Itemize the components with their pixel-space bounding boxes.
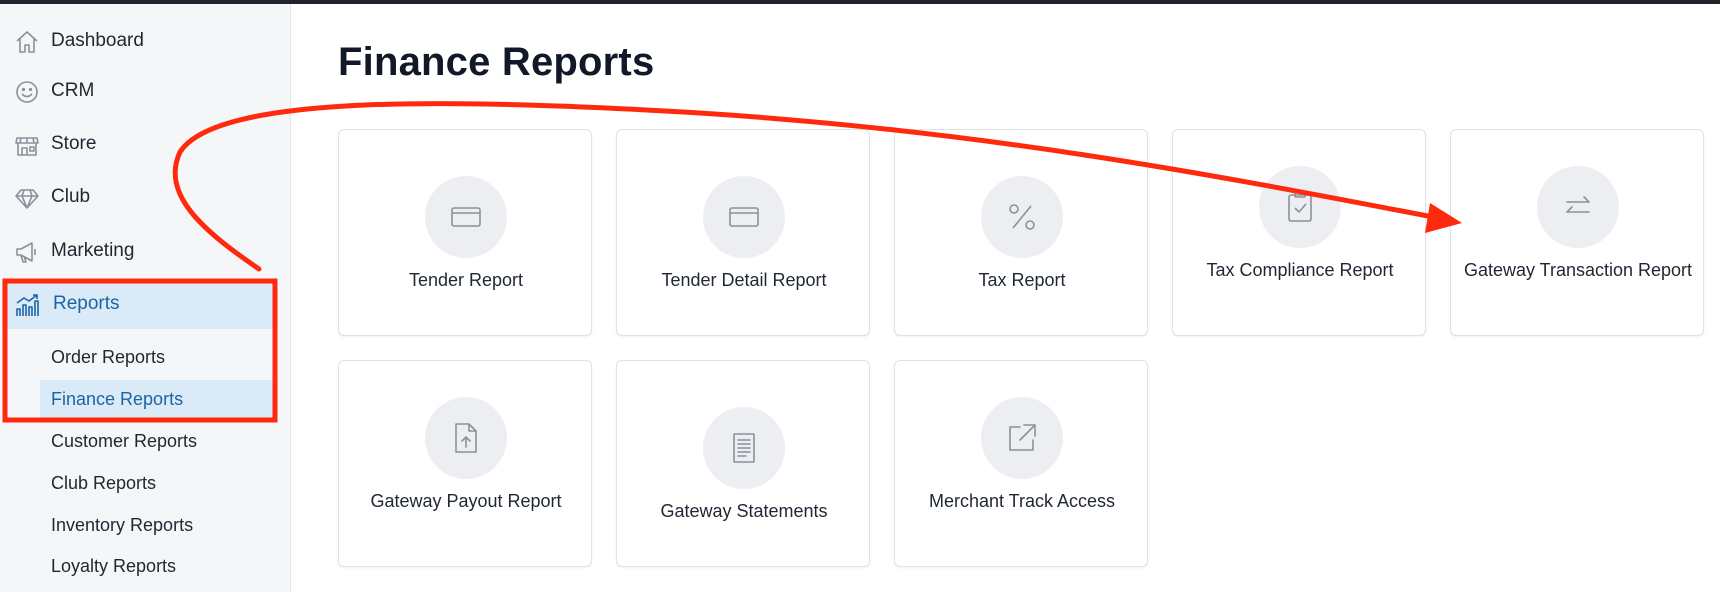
sidebar-subitem-label: Finance Reports xyxy=(51,388,184,409)
card-icon-circle xyxy=(425,397,507,479)
sidebar-subitem-order-reports[interactable]: Order Reports xyxy=(40,338,273,376)
report-card-gateway-payout[interactable]: Gateway Payout Report xyxy=(338,360,592,567)
sidebar-item-store[interactable]: Store xyxy=(0,119,291,169)
report-card-gateway-transaction[interactable]: Gateway Transaction Report xyxy=(1450,129,1704,336)
sidebar-subitem-label: Order Reports xyxy=(51,346,166,367)
card-title: Gateway Payout Report xyxy=(370,491,562,511)
percent-icon xyxy=(1009,204,1035,230)
report-card-tax[interactable]: Tax Report xyxy=(894,129,1148,336)
arrows-exchange-icon xyxy=(1566,196,1590,213)
clipboard-check-icon xyxy=(1288,191,1312,222)
report-card-tender-detail[interactable]: Tender Detail Report xyxy=(616,129,870,336)
sidebar-item-label: Store xyxy=(51,133,97,154)
sidebar-subitem-label: Loyalty Reports xyxy=(51,555,177,576)
sidebar-item-club[interactable]: Club xyxy=(0,172,291,222)
card-title: Tender Detail Report xyxy=(661,270,827,290)
card-icon-circle xyxy=(425,176,507,258)
card-icon-circle xyxy=(981,176,1063,258)
smiley-icon xyxy=(16,81,38,103)
sidebar-item-reports[interactable]: Reports xyxy=(2,279,274,329)
sidebar: Dashboard CRM Store Club Marketing Repor… xyxy=(0,4,291,592)
report-card-tax-compliance[interactable]: Tax Compliance Report xyxy=(1172,129,1426,336)
chart-icon xyxy=(16,294,39,316)
sidebar-subitem-label: Inventory Reports xyxy=(51,514,194,535)
sidebar-item-label: CRM xyxy=(51,80,95,101)
sidebar-subitem-label: Club Reports xyxy=(51,472,157,493)
sidebar-item-label: Dashboard xyxy=(51,30,144,51)
sidebar-subitem-club-reports[interactable]: Club Reports xyxy=(40,464,273,502)
card-icon-circle xyxy=(1259,166,1341,248)
sidebar-item-crm[interactable]: CRM xyxy=(0,66,291,116)
external-link-icon xyxy=(1009,424,1036,451)
sidebar-subitem-loyalty-reports[interactable]: Loyalty Reports xyxy=(40,547,273,585)
credit-card-icon xyxy=(729,207,759,227)
card-icon-circle xyxy=(703,407,785,489)
card-title: Tax Compliance Report xyxy=(1206,260,1394,280)
file-upload-icon xyxy=(455,423,477,453)
diamond-icon xyxy=(15,189,39,209)
sidebar-subitem-finance-reports[interactable]: Finance Reports xyxy=(40,380,273,418)
sidebar-item-marketing[interactable]: Marketing xyxy=(0,226,291,276)
sidebar-item-dashboard[interactable]: Dashboard xyxy=(0,16,291,66)
document-lines-icon xyxy=(733,433,755,463)
sidebar-subitem-label: Customer Reports xyxy=(51,430,198,451)
card-icon-circle xyxy=(1537,166,1619,248)
sidebar-item-label: Marketing xyxy=(51,240,135,261)
card-icon-circle xyxy=(703,176,785,258)
megaphone-icon xyxy=(16,242,36,263)
sidebar-item-label: Reports xyxy=(53,293,120,314)
sidebar-subitem-inventory-reports[interactable]: Inventory Reports xyxy=(40,506,273,544)
report-card-merchant-track-access[interactable]: Merchant Track Access xyxy=(894,360,1148,567)
report-card-gateway-statements[interactable]: Gateway Statements xyxy=(616,360,870,567)
page-title: Finance Reports xyxy=(338,40,655,84)
report-card-tender[interactable]: Tender Report xyxy=(338,129,592,336)
card-title: Merchant Track Access xyxy=(928,491,1116,511)
storefront-icon xyxy=(15,137,39,156)
card-title: Gateway Statements xyxy=(660,501,828,521)
sidebar-item-label: Club xyxy=(51,186,91,207)
card-title: Tender Report xyxy=(408,270,524,290)
card-title: Tax Report xyxy=(978,270,1066,290)
card-icon-circle xyxy=(981,397,1063,479)
credit-card-icon xyxy=(451,207,481,227)
sidebar-subitem-customer-reports[interactable]: Customer Reports xyxy=(40,422,273,460)
home-icon xyxy=(16,31,38,53)
card-title: Gateway Transaction Report xyxy=(1463,260,1693,280)
